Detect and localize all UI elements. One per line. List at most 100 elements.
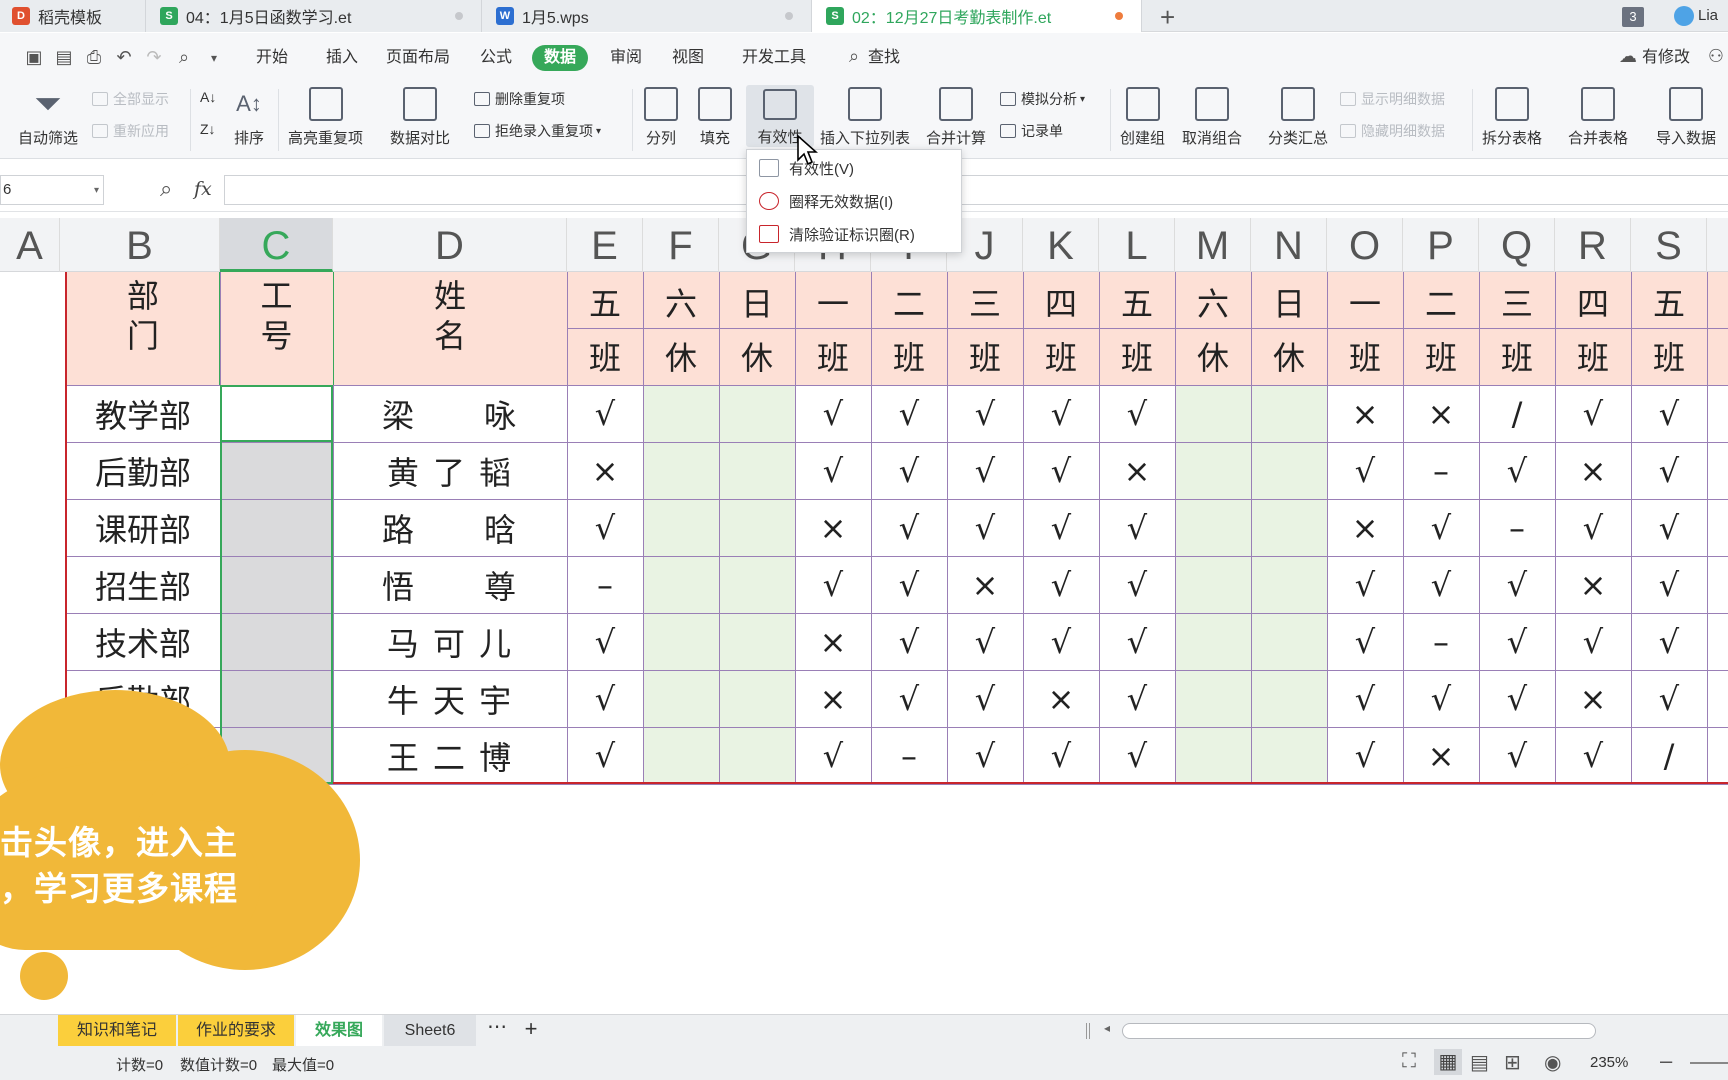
attendance-mark-cell[interactable] bbox=[719, 613, 795, 670]
attendance-mark-cell[interactable]: × bbox=[947, 556, 1023, 613]
shift-cell[interactable]: 休 bbox=[1175, 330, 1251, 382]
more-sheets-icon[interactable]: ⋯ bbox=[484, 1015, 510, 1046]
weekday-cell[interactable]: 二 bbox=[1403, 278, 1479, 326]
attendance-mark-cell[interactable]: √ bbox=[1099, 670, 1175, 727]
attendance-mark-cell[interactable]: √ bbox=[947, 499, 1023, 556]
shift-cell[interactable]: 休 bbox=[1251, 330, 1327, 382]
zoom-search-icon[interactable]: ⌕ bbox=[174, 47, 194, 68]
attendance-mark-cell[interactable]: × bbox=[1099, 442, 1175, 499]
attendance-mark-cell[interactable]: × bbox=[1403, 385, 1479, 442]
attendance-mark-cell[interactable] bbox=[1251, 499, 1327, 556]
column-header-c[interactable]: C bbox=[220, 218, 333, 272]
weekday-cell[interactable]: 四 bbox=[1555, 278, 1631, 326]
attendance-mark-cell[interactable] bbox=[1251, 556, 1327, 613]
attendance-mark-cell[interactable] bbox=[1251, 442, 1327, 499]
attendance-mark-cell[interactable]: × bbox=[1555, 670, 1631, 727]
save-icon[interactable]: ▣ bbox=[24, 47, 44, 68]
shift-cell[interactable]: 班 bbox=[1555, 330, 1631, 382]
show-detail-button[interactable]: 显示明细数据 bbox=[1340, 89, 1445, 109]
tab-count-badge[interactable]: 3 bbox=[1622, 7, 1644, 27]
attendance-mark-cell[interactable]: √ bbox=[1023, 385, 1099, 442]
active-cell[interactable] bbox=[220, 385, 333, 442]
column-header-d[interactable]: D bbox=[333, 218, 567, 272]
shift-cell[interactable]: 班 bbox=[567, 330, 643, 382]
attendance-mark-cell[interactable]: √ bbox=[1479, 442, 1555, 499]
attendance-mark-cell[interactable]: √ bbox=[947, 442, 1023, 499]
fill-button[interactable]: 填充 bbox=[698, 83, 732, 148]
sort-asc-icon[interactable]: A↓ bbox=[200, 89, 216, 105]
hide-detail-button[interactable]: 隐藏明细数据 bbox=[1340, 121, 1445, 141]
attendance-mark-cell[interactable]: / bbox=[1479, 385, 1555, 442]
menu-item-circle-invalid[interactable]: 圈释无效数据(I) bbox=[747, 185, 961, 217]
attendance-mark-cell[interactable]: √ bbox=[1099, 385, 1175, 442]
attendance-mark-cell[interactable]: √ bbox=[1327, 556, 1403, 613]
weekday-cell[interactable]: 二 bbox=[871, 278, 947, 326]
tab-attendance-sheet[interactable]: S 02：12月27日考勤表制作.et bbox=[812, 0, 1142, 32]
attendance-mark-cell[interactable]: √ bbox=[1327, 727, 1403, 784]
sheet-tab-sheet6[interactable]: Sheet6 bbox=[384, 1015, 476, 1046]
split-column-button[interactable]: 分列 bbox=[644, 83, 678, 148]
page-layout-view-icon[interactable]: ⊞ bbox=[1504, 1050, 1521, 1075]
attendance-mark-cell[interactable]: √ bbox=[567, 499, 643, 556]
print-preview-icon[interactable]: ▤ bbox=[54, 47, 74, 68]
menu-item-validity[interactable]: 有效性(V) bbox=[747, 152, 961, 184]
auto-filter-button[interactable]: ⏷ 自动筛选 bbox=[18, 83, 78, 148]
name-cell[interactable]: 梁 咏 bbox=[333, 385, 567, 442]
attendance-mark-cell[interactable]: √ bbox=[1023, 613, 1099, 670]
sort-desc-icon[interactable]: Z↓ bbox=[200, 121, 216, 137]
quick-access-dropdown-icon[interactable]: ▾ bbox=[204, 51, 224, 65]
attendance-mark-cell[interactable]: √ bbox=[1479, 670, 1555, 727]
attendance-mark-cell[interactable]: √ bbox=[567, 613, 643, 670]
shift-cell[interactable]: 班 bbox=[795, 330, 871, 382]
zoom-slider[interactable] bbox=[1690, 1062, 1728, 1064]
consolidate-button[interactable]: 合并计算 bbox=[926, 83, 986, 148]
menu-insert[interactable]: 插入 bbox=[318, 45, 366, 71]
attendance-mark-cell[interactable] bbox=[719, 556, 795, 613]
weekday-cell[interactable]: 四 bbox=[1023, 278, 1099, 326]
avatar[interactable] bbox=[1674, 6, 1694, 26]
weekday-cell[interactable]: 一 bbox=[1327, 278, 1403, 326]
attendance-mark-cell[interactable]: – bbox=[567, 556, 643, 613]
column-header-n[interactable]: N bbox=[1251, 218, 1327, 272]
attendance-mark-cell[interactable] bbox=[1175, 613, 1251, 670]
share-user-icon[interactable]: ⚇ bbox=[1706, 46, 1726, 67]
attendance-mark-cell[interactable]: × bbox=[795, 499, 871, 556]
attendance-mark-cell[interactable]: × bbox=[1403, 727, 1479, 784]
data-compare-button[interactable]: 数据对比 bbox=[390, 83, 450, 148]
attendance-mark-cell[interactable]: × bbox=[1555, 442, 1631, 499]
tab-function-study[interactable]: S 04：1月5日函数学习.et bbox=[146, 0, 482, 32]
attendance-mark-cell[interactable] bbox=[719, 727, 795, 784]
sheet-tab-homework[interactable]: 作业的要求 bbox=[178, 1015, 294, 1046]
show-all-button[interactable]: 全部显示 bbox=[92, 89, 169, 109]
fullscreen-icon[interactable]: ⛶ bbox=[1402, 1050, 1416, 1073]
attendance-mark-cell[interactable]: √ bbox=[947, 670, 1023, 727]
attendance-mark-cell[interactable] bbox=[1251, 670, 1327, 727]
attendance-mark-cell[interactable]: √ bbox=[1023, 556, 1099, 613]
weekday-cell[interactable]: 三 bbox=[1479, 278, 1555, 326]
tab-wps-doc[interactable]: W 1月5.wps bbox=[482, 0, 812, 32]
weekday-cell[interactable]: 五 bbox=[567, 278, 643, 326]
attendance-mark-cell[interactable]: √ bbox=[1479, 613, 1555, 670]
name-cell[interactable]: 路 晗 bbox=[333, 499, 567, 556]
shift-cell[interactable]: 班 bbox=[1099, 330, 1175, 382]
menu-data[interactable]: 数据 bbox=[532, 45, 589, 71]
attendance-mark-cell[interactable]: √ bbox=[1403, 556, 1479, 613]
column-header-s[interactable]: S bbox=[1631, 218, 1707, 272]
attendance-mark-cell[interactable]: × bbox=[1327, 385, 1403, 442]
shift-cell[interactable]: 休 bbox=[643, 330, 719, 382]
attendance-mark-cell[interactable]: √ bbox=[871, 499, 947, 556]
attendance-mark-cell[interactable] bbox=[719, 442, 795, 499]
weekday-cell[interactable]: 六 bbox=[1175, 278, 1251, 326]
shift-cell[interactable]: 班 bbox=[1403, 330, 1479, 382]
attendance-mark-cell[interactable]: √ bbox=[947, 385, 1023, 442]
redo-icon[interactable]: ↷ bbox=[144, 47, 164, 68]
attendance-mark-cell[interactable]: √ bbox=[567, 385, 643, 442]
attendance-mark-cell[interactable]: / bbox=[1631, 727, 1707, 784]
attendance-mark-cell[interactable]: – bbox=[871, 727, 947, 784]
weekday-cell[interactable]: 五 bbox=[1631, 278, 1707, 326]
column-header-m[interactable]: M bbox=[1175, 218, 1251, 272]
record-form-button[interactable]: 记录单 bbox=[1000, 121, 1063, 141]
attendance-mark-cell[interactable] bbox=[643, 613, 719, 670]
column-header-r[interactable]: R bbox=[1555, 218, 1631, 272]
shift-cell[interactable]: 班 bbox=[871, 330, 947, 382]
